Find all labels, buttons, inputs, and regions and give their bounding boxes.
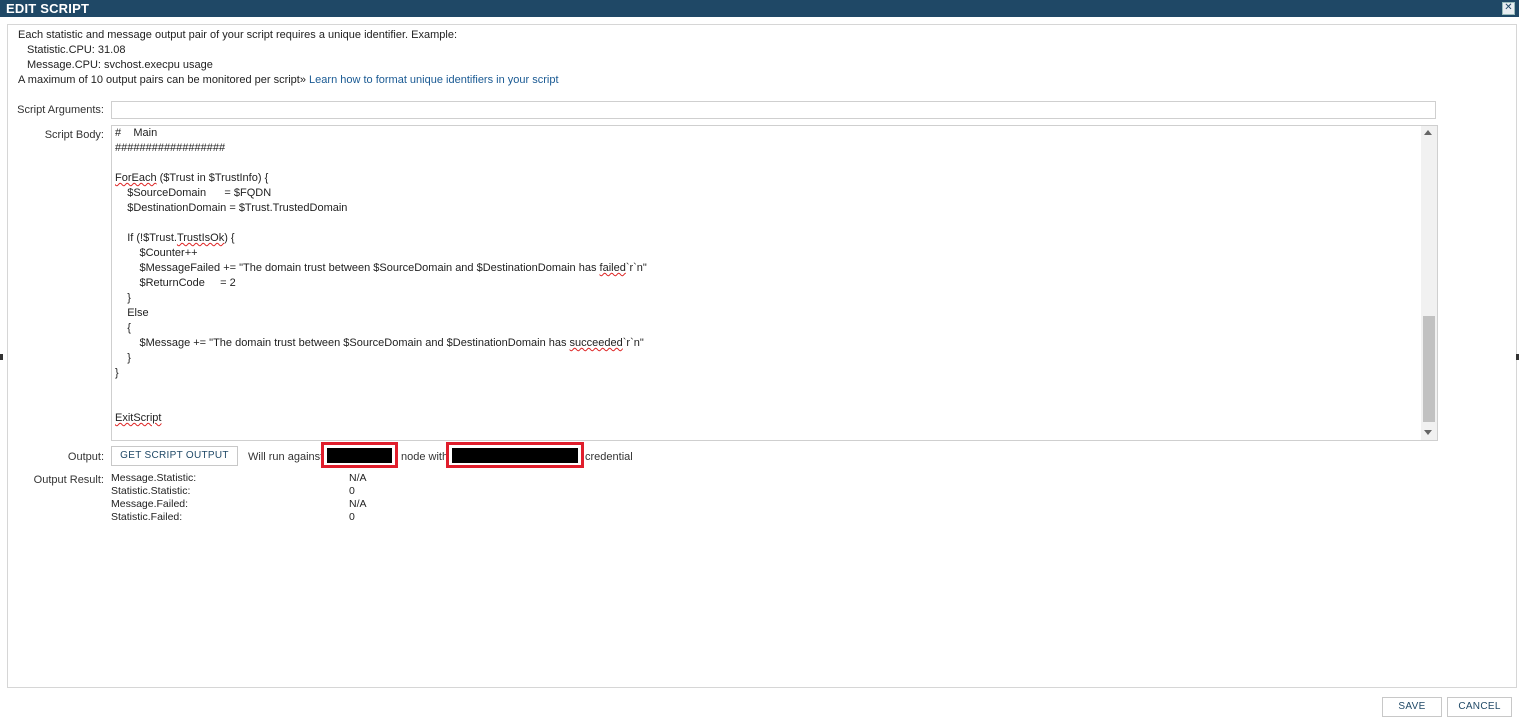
code-line[interactable] — [115, 396, 1415, 411]
code-line[interactable]: } — [115, 351, 1415, 366]
max-pairs-text: A maximum of 10 output pairs can be moni… — [18, 74, 306, 86]
code-line[interactable]: $Counter++ — [115, 246, 1415, 261]
code-line[interactable]: ################## — [115, 141, 1415, 156]
close-icon[interactable]: ✕ — [1502, 2, 1515, 15]
scroll-down-icon[interactable] — [1424, 430, 1432, 435]
code-line[interactable]: } — [115, 291, 1415, 306]
code-line[interactable] — [115, 156, 1415, 171]
code-line[interactable] — [115, 381, 1415, 396]
script-body-editor[interactable]: # Main ################## ForEach ($Trust … — [111, 125, 1438, 441]
window-title: EDIT SCRIPT — [6, 1, 90, 16]
code-line[interactable] — [115, 216, 1415, 231]
code-line[interactable]: $MessageFailed += "The domain trust betw… — [115, 261, 1415, 276]
learn-format-link[interactable]: Learn how to format unique identifiers i… — [309, 74, 558, 86]
code-line[interactable]: $DestinationDomain = $Trust.TrustedDomai… — [115, 201, 1415, 216]
max-pairs-line: A maximum of 10 output pairs can be moni… — [18, 73, 559, 88]
code-line[interactable]: } — [115, 366, 1415, 381]
result-row: Statistic.Statistic: 0 — [111, 485, 409, 498]
result-value: N/A — [349, 498, 367, 510]
output-result-label: Output Result: — [33, 474, 104, 486]
script-arguments-input[interactable] — [111, 101, 1436, 119]
intro-text: Each statistic and message output pair o… — [18, 28, 559, 88]
intro-line: Each statistic and message output pair o… — [18, 29, 458, 41]
result-key: Statistic.Failed: — [111, 511, 183, 523]
script-arguments-label: Script Arguments: — [17, 104, 104, 116]
code-line[interactable]: ForEach ($Trust in $TrustInfo) { — [115, 171, 1415, 186]
result-key: Message.Statistic: — [111, 472, 197, 484]
script-body-label: Script Body: — [44, 129, 104, 141]
result-row: Statistic.Failed: 0 — [111, 511, 409, 524]
result-key: Statistic.Statistic: — [111, 485, 191, 497]
editor-scrollbar[interactable] — [1421, 126, 1437, 440]
scroll-up-icon[interactable] — [1424, 130, 1432, 135]
code-line[interactable]: { — [115, 321, 1415, 336]
output-label: Output: — [67, 451, 104, 463]
code-line[interactable]: Else — [115, 306, 1415, 321]
code-line[interactable]: $ReturnCode = 2 — [115, 276, 1415, 291]
code-line[interactable]: ExitScript — [115, 411, 1415, 426]
code-line[interactable]: $Message += "The domain trust between $S… — [115, 336, 1415, 351]
result-value: N/A — [349, 472, 367, 484]
redacted-node — [321, 442, 398, 468]
save-button[interactable]: SAVE — [1382, 697, 1442, 717]
example-statistic: Statistic.CPU: 31.08 — [27, 44, 126, 56]
output-results: Message.Statistic: N/A Statistic.Statistic… — [111, 472, 409, 524]
result-row: Message.Failed: N/A — [111, 498, 409, 511]
result-key: Message.Failed: — [111, 498, 189, 510]
code-line[interactable]: $SourceDomain = $FQDN — [115, 186, 1415, 201]
example-message: Message.CPU: svchost.execpu usage — [27, 59, 213, 71]
node-with-text: node with — [401, 451, 449, 463]
script-code[interactable]: # Main ################## ForEach ($Trust … — [115, 126, 1415, 426]
scroll-thumb[interactable] — [1423, 316, 1435, 422]
resize-handle-left[interactable] — [0, 354, 3, 360]
result-value: 0 — [349, 511, 355, 523]
title-bar: EDIT SCRIPT ✕ — [0, 0, 1519, 17]
result-row: Message.Statistic: N/A — [111, 472, 409, 485]
cancel-button[interactable]: CANCEL — [1447, 697, 1512, 717]
result-value: 0 — [349, 485, 355, 497]
code-line[interactable]: # Main — [115, 126, 1415, 141]
code-line[interactable]: If (!$Trust.TrustIsOk) { — [115, 231, 1415, 246]
redacted-credential — [446, 442, 584, 468]
will-run-text: Will run against — [248, 451, 324, 463]
get-script-output-button[interactable]: GET SCRIPT OUTPUT — [111, 446, 238, 466]
credential-text: credential — [585, 451, 633, 463]
